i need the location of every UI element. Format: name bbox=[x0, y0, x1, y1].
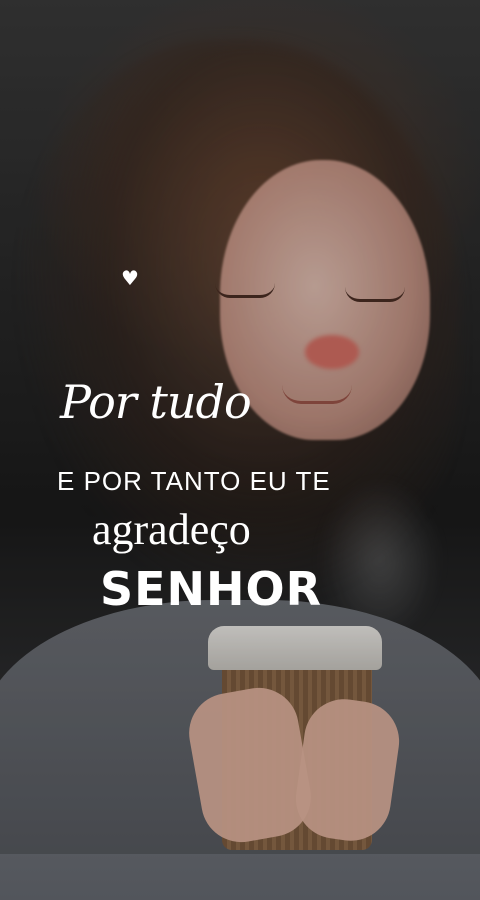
quote-line-2: E POR TANTO EU TE bbox=[57, 466, 331, 496]
quote-line-3: agradeço bbox=[92, 505, 251, 554]
heart-icon: ♥ bbox=[121, 266, 139, 290]
quote-line-4: SENHOR bbox=[100, 562, 323, 616]
quote-line-1: Por tudo bbox=[60, 375, 252, 429]
